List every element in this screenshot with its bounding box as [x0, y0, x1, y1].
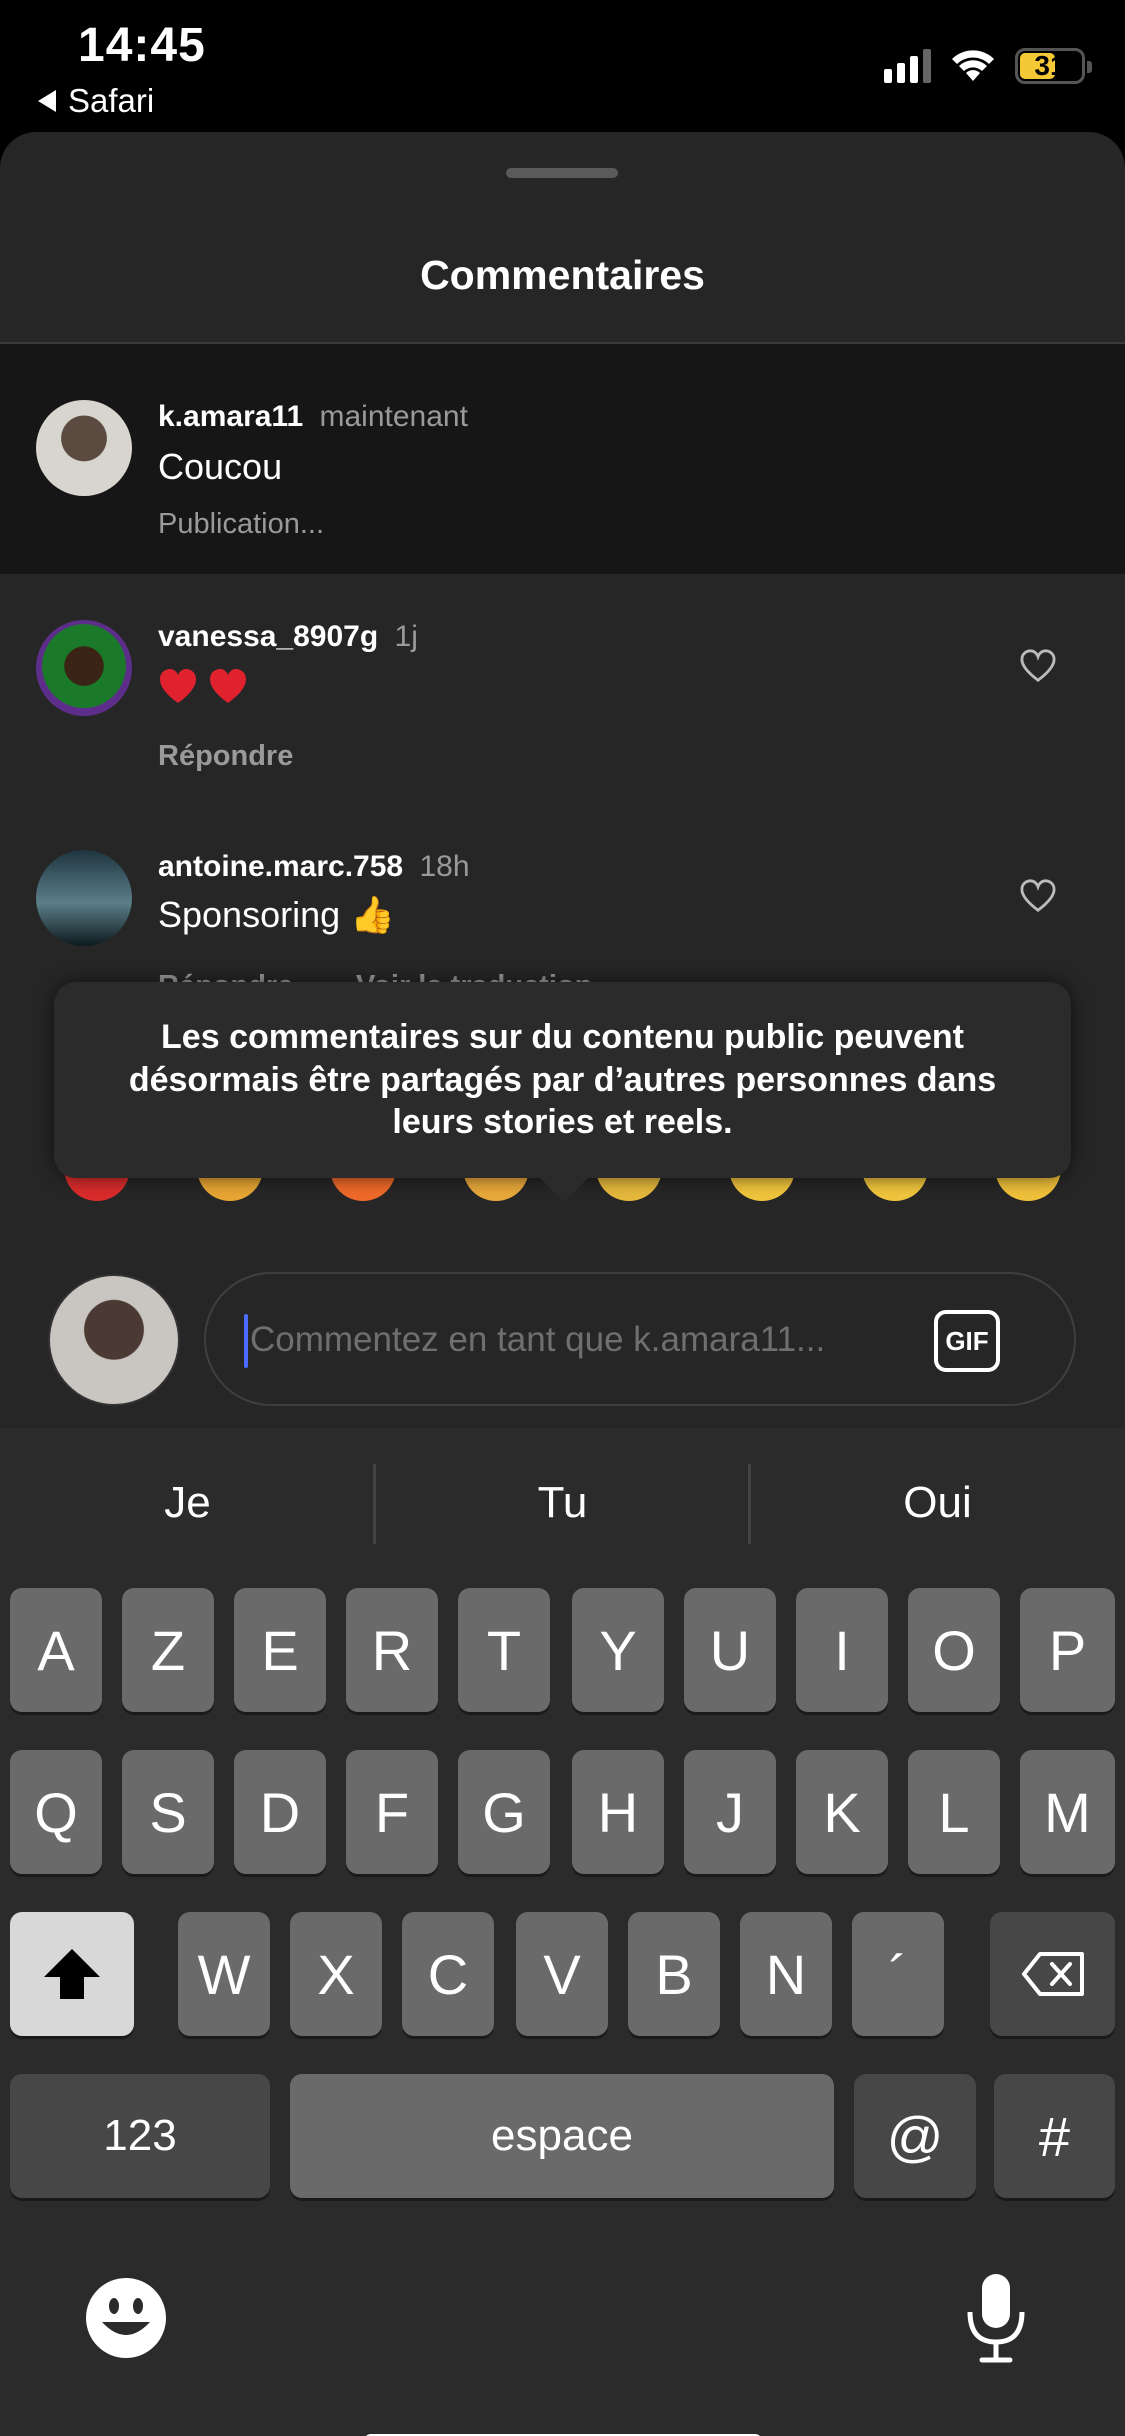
shift-key[interactable]: [10, 1912, 134, 2036]
status-icons: 31: [884, 48, 1092, 84]
suggestion-2[interactable]: Tu: [375, 1428, 750, 1578]
suggestion-3[interactable]: Oui: [750, 1428, 1125, 1578]
comment-header: antoine.marc.758 18h: [158, 850, 470, 884]
posting-status: Publication...: [158, 508, 325, 540]
key-h[interactable]: H: [572, 1750, 664, 1874]
key-r[interactable]: R: [346, 1588, 438, 1712]
avatar[interactable]: [36, 850, 132, 946]
status-time: 14:45: [78, 19, 206, 72]
hash-key[interactable]: #: [994, 2074, 1115, 2198]
tooltip-arrow: [538, 1176, 590, 1202]
comment-username[interactable]: vanessa_8907g: [158, 620, 378, 653]
battery-level: 31: [1034, 50, 1066, 81]
key-u[interactable]: U: [684, 1588, 776, 1712]
back-label: Safari: [68, 82, 155, 119]
key-m[interactable]: M: [1020, 1750, 1115, 1874]
comment-own: k.amara11 maintenant Coucou Publication.…: [0, 344, 1125, 574]
comment-username[interactable]: antoine.marc.758: [158, 850, 403, 883]
sheet-title: Commentaires: [420, 252, 705, 298]
key-w[interactable]: W: [178, 1912, 270, 2036]
status-bar: 14:45 Safari 31: [0, 0, 1125, 130]
space-key[interactable]: espace: [290, 2074, 834, 2198]
like-heart-icon[interactable]: [1019, 648, 1057, 684]
tooltip: Les commentaires sur du contenu public p…: [54, 982, 1071, 1178]
red-heart-emoji-icon: [210, 669, 246, 704]
key-f[interactable]: F: [346, 1750, 438, 1874]
suggestion-1[interactable]: Je: [0, 1428, 375, 1578]
key-k[interactable]: K: [796, 1750, 888, 1874]
comment-placeholder: Commentez en tant que k.amara11...: [250, 1320, 826, 1359]
battery-icon: 31: [1015, 48, 1092, 84]
numbers-key[interactable]: 123: [10, 2074, 270, 2198]
gif-button[interactable]: GIF: [934, 1310, 1000, 1372]
delete-key[interactable]: [990, 1912, 1115, 2036]
key-accent[interactable]: ´: [852, 1912, 944, 2036]
shift-arrow-icon: [44, 1949, 100, 1999]
key-o[interactable]: O: [908, 1588, 1000, 1712]
comment-username[interactable]: k.amara11: [158, 400, 303, 433]
key-v[interactable]: V: [516, 1912, 608, 2036]
key-s[interactable]: S: [122, 1750, 214, 1874]
avatar[interactable]: [36, 400, 132, 496]
keyboard: Je Tu Oui A Z E R T Y U I O P Q S D F G …: [0, 1428, 1125, 2436]
like-heart-icon[interactable]: [1019, 878, 1057, 914]
key-c[interactable]: C: [402, 1912, 494, 2036]
text-caret: [244, 1314, 248, 1368]
comment-item: vanessa_8907g 1j Répondre: [0, 620, 1125, 820]
key-i[interactable]: I: [796, 1588, 888, 1712]
comment-time: 1j: [394, 620, 418, 653]
back-to-safari[interactable]: Safari: [38, 82, 154, 120]
key-t[interactable]: T: [458, 1588, 550, 1712]
key-d[interactable]: D: [234, 1750, 326, 1874]
comment-text: Sponsoring 👍: [158, 894, 395, 935]
key-l[interactable]: L: [908, 1750, 1000, 1874]
comment-input[interactable]: Commentez en tant que k.amara11... GIF: [204, 1272, 1076, 1406]
key-x[interactable]: X: [290, 1912, 382, 2036]
key-e[interactable]: E: [234, 1588, 326, 1712]
backspace-icon: [1021, 1952, 1084, 1996]
my-avatar: [48, 1274, 180, 1406]
key-q[interactable]: Q: [10, 1750, 102, 1874]
key-b[interactable]: B: [628, 1912, 720, 2036]
key-j[interactable]: J: [684, 1750, 776, 1874]
comment-text: [158, 664, 258, 707]
at-key[interactable]: @: [854, 2074, 976, 2198]
signal-icon: [884, 49, 931, 83]
comment-time: maintenant: [319, 400, 468, 433]
back-arrow-icon: [38, 90, 56, 112]
microphone-icon[interactable]: [964, 2270, 1028, 2366]
emoji-keyboard-icon[interactable]: [84, 2276, 168, 2360]
red-heart-emoji-icon: [160, 669, 196, 704]
key-n[interactable]: N: [740, 1912, 832, 2036]
comment-header: vanessa_8907g 1j: [158, 620, 418, 654]
comment-text: Coucou: [158, 446, 283, 487]
key-p[interactable]: P: [1020, 1588, 1115, 1712]
key-g[interactable]: G: [458, 1750, 550, 1874]
avatar[interactable]: [36, 620, 132, 716]
key-a[interactable]: A: [10, 1588, 102, 1712]
key-z[interactable]: Z: [122, 1588, 214, 1712]
wifi-icon: [952, 50, 994, 81]
comment-time: 18h: [419, 850, 470, 883]
sheet-grabber[interactable]: [506, 168, 618, 178]
reply-button[interactable]: Répondre: [158, 740, 293, 773]
key-y[interactable]: Y: [572, 1588, 664, 1712]
comment-header: k.amara11 maintenant: [158, 400, 468, 434]
